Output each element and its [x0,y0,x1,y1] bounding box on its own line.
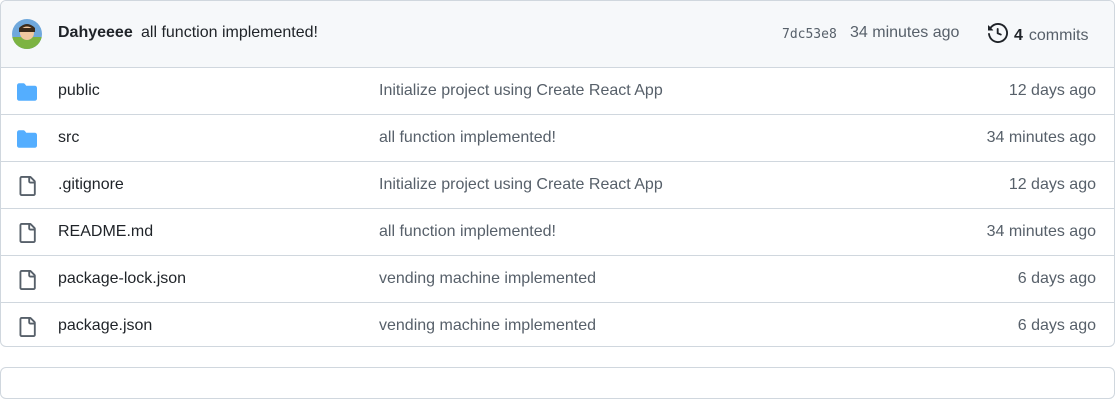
next-panel [0,367,1115,399]
folder-icon [17,129,37,149]
file-commit-message[interactable]: vending machine implemented [379,317,596,335]
file-name[interactable]: package-lock.json [58,270,186,288]
file-row[interactable]: README.md all function implemented! 34 m… [1,209,1114,256]
file-icon [17,270,37,290]
file-row[interactable]: .gitignore Initialize project using Crea… [1,162,1114,209]
file-icon [17,317,37,337]
file-commit-message[interactable]: Initialize project using Create React Ap… [379,176,663,194]
file-name[interactable]: .gitignore [58,176,124,194]
avatar[interactable] [12,19,42,49]
file-age: 6 days ago [1017,317,1096,334]
file-age: 6 days ago [1017,270,1096,287]
file-browser: Dahyeeee all function implemented! 7dc53… [0,0,1115,347]
file-name[interactable]: public [58,82,100,100]
file-row[interactable]: package-lock.json vending machine implem… [1,256,1114,303]
history-icon [988,22,1009,48]
file-commit-message[interactable]: vending machine implemented [379,270,596,288]
commit-history-link[interactable]: 4 commits [988,22,1089,48]
commits-label: commits [1028,26,1089,44]
file-commit-message[interactable]: all function implemented! [379,129,556,147]
file-row[interactable]: src all function implemented! 34 minutes… [1,115,1114,162]
file-name[interactable]: package.json [58,317,152,335]
file-row[interactable]: public Initialize project using Create R… [1,68,1114,115]
commits-count: 4 [1014,26,1023,44]
commit-sha[interactable]: 7dc53e8 [782,27,837,42]
file-age: 34 minutes ago [986,223,1096,240]
folder-icon [17,82,37,102]
file-row[interactable]: package.json vending machine implemented… [1,303,1114,346]
commit-author[interactable]: Dahyeeee [58,24,133,42]
file-age: 12 days ago [1008,82,1096,99]
commit-time: 34 minutes ago [850,24,960,41]
file-commit-message[interactable]: Initialize project using Create React Ap… [379,82,663,100]
file-commit-message[interactable]: all function implemented! [379,223,556,241]
latest-commit-bar: Dahyeeee all function implemented! 7dc53… [1,1,1114,68]
commit-message[interactable]: all function implemented! [141,24,318,42]
file-age: 34 minutes ago [986,129,1096,146]
file-age: 12 days ago [1008,176,1096,193]
file-icon [17,176,37,196]
file-name[interactable]: src [58,129,79,147]
file-name[interactable]: README.md [58,223,153,241]
file-icon [17,223,37,243]
